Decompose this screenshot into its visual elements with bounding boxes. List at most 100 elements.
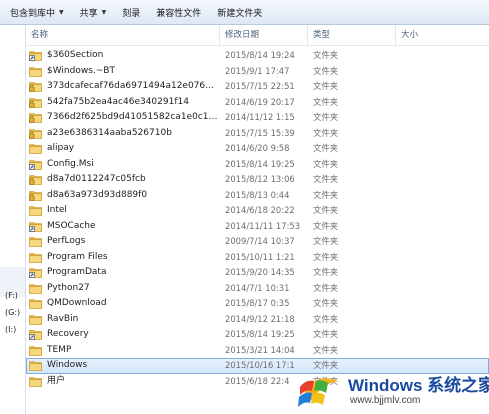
file-name-cell[interactable]: MSOCache <box>29 219 219 235</box>
file-name-cell[interactable]: a23e6386314aaba526710b <box>29 126 219 142</box>
file-date: 2015/10/11 1:21 <box>225 251 295 262</box>
command-bar: 包含到库中 ▼ 共享 ▼ 刻录 兼容性文件 新建文件夹 <box>0 0 489 25</box>
watermark-title: Windows 系统之家 <box>348 376 489 395</box>
file-type: 文件夹 <box>313 81 339 91</box>
file-name-cell[interactable]: Python27 <box>29 281 219 297</box>
folder-icon <box>29 66 42 77</box>
locked-folder-icon <box>29 174 42 186</box>
file-name-cell[interactable]: 7366d2f625bd9d41051582ca1e0c1e0... <box>29 110 219 126</box>
file-row[interactable]: Program Files 2015/10/11 1:21 文件夹 <box>26 250 489 266</box>
file-name-cell[interactable]: Recovery <box>29 327 219 343</box>
file-row[interactable]: alipay 2014/6/20 9:58 文件夹 <box>26 141 489 157</box>
column-type[interactable]: 类型 <box>308 25 396 45</box>
file-type: 文件夹 <box>313 174 339 184</box>
file-row[interactable]: TEMP 2015/3/21 14:04 文件夹 <box>26 343 489 359</box>
file-row[interactable]: 7366d2f625bd9d41051582ca1e0c1e0... 2014/1… <box>26 110 489 126</box>
file-row[interactable]: Python27 2014/7/1 10:31 文件夹 <box>26 281 489 297</box>
file-name: 373dcafecaf76da6971494a12e076710 <box>47 81 219 91</box>
file-date: 2015/9/20 14:35 <box>225 267 295 277</box>
file-name-cell[interactable]: d8a7d0112247c05fcb <box>29 172 219 188</box>
file-name: Windows <box>47 360 88 370</box>
file-name: d8a63a973d93d889f0 <box>47 189 148 200</box>
column-name[interactable]: 名称 <box>26 25 220 45</box>
folder-icon <box>29 298 42 310</box>
file-type: 文件夹 <box>313 96 339 107</box>
file-name-cell[interactable]: alipay <box>29 141 219 157</box>
file-row[interactable]: MSOCache 2014/11/11 17:53 文件夹 <box>26 219 489 235</box>
file-name-cell[interactable]: Program Files <box>29 250 219 266</box>
file-name: RavBin <box>47 313 79 324</box>
compatibility-files-button[interactable]: 兼容性文件 <box>148 2 209 22</box>
file-row[interactable]: $Windows.~BT 2015/9/1 17:47 文件夹 <box>26 64 489 80</box>
file-name-cell[interactable]: ProgramData <box>29 265 219 281</box>
file-type: 文件夹 <box>313 267 339 277</box>
file-date: 2014/7/1 10:31 <box>225 282 290 293</box>
file-row[interactable]: ProgramData 2015/9/20 14:35 文件夹 <box>26 265 489 281</box>
locked-folder-icon <box>29 97 42 108</box>
file-name-cell[interactable]: 542fa75b2ea4ac46e340291f14 <box>29 95 219 111</box>
file-type: 文件夹 <box>313 127 339 138</box>
include-in-library-label: 包含到库中 <box>10 8 56 19</box>
file-name-cell[interactable]: 373dcafecaf76da6971494a12e076710 <box>29 79 219 95</box>
file-row[interactable]: d8a63a973d93d889f0 2015/8/13 0:44 文件夹 <box>26 188 489 204</box>
burn-button[interactable]: 刻录 <box>114 2 148 22</box>
file-row[interactable]: RavBin 2014/9/12 21:18 文件夹 <box>26 312 489 328</box>
file-name: PerfLogs <box>47 236 86 246</box>
file-date: 2015/8/13 0:44 <box>225 189 290 200</box>
file-row[interactable]: QMDownload 2015/8/17 0:35 文件夹 <box>26 296 489 312</box>
file-row[interactable]: Recovery 2015/8/14 19:25 文件夹 <box>26 327 489 343</box>
drive-g[interactable]: (G:) <box>5 308 20 317</box>
file-type: 文件夹 <box>313 344 339 355</box>
folder-icon <box>29 283 42 294</box>
file-row[interactable]: PerfLogs 2009/7/14 10:37 文件夹 <box>26 234 489 250</box>
file-name-cell[interactable]: QMDownload <box>29 296 219 312</box>
shortcut-folder-icon <box>29 221 42 232</box>
file-type: 文件夹 <box>313 50 339 60</box>
folder-icon <box>29 236 42 248</box>
file-date: 2015/8/14 19:24 <box>225 50 295 60</box>
drive-f[interactable]: (F:) <box>5 291 18 300</box>
file-date: 2015/8/14 19:25 <box>225 329 295 339</box>
column-header: 名称 修改日期 类型 大小 <box>26 25 489 46</box>
file-row[interactable]: 542fa75b2ea4ac46e340291f14 2014/6/19 20:1… <box>26 95 489 111</box>
file-name: $360Section <box>47 50 104 60</box>
file-date: 2015/3/21 14:04 <box>225 344 295 355</box>
file-name-cell[interactable]: TEMP <box>29 343 219 359</box>
include-in-library-button[interactable]: 包含到库中 ▼ <box>0 2 72 22</box>
file-row[interactable]: d8a7d0112247c05fcb 2015/8/12 13:06 文件夹 <box>26 172 489 188</box>
file-name-cell[interactable]: Config.Msi <box>29 157 219 173</box>
locked-folder-icon <box>29 128 42 139</box>
file-name-cell[interactable]: $360Section <box>29 48 219 64</box>
file-row[interactable]: Intel 2014/6/18 20:22 文件夹 <box>26 203 489 219</box>
file-name-cell[interactable]: Intel <box>29 203 219 219</box>
new-folder-button[interactable]: 新建文件夹 <box>209 2 270 22</box>
column-date[interactable]: 修改日期 <box>220 25 308 45</box>
share-button[interactable]: 共享 ▼ <box>72 2 115 22</box>
drive-i[interactable]: (I:) <box>5 325 16 334</box>
file-name-cell[interactable]: d8a63a973d93d889f0 <box>29 188 219 204</box>
file-name: alipay <box>47 143 75 153</box>
file-name-cell[interactable]: Windows <box>29 358 219 374</box>
file-type: 文件夹 <box>313 251 339 262</box>
column-size[interactable]: 大小 <box>396 25 489 45</box>
file-type: 文件夹 <box>313 313 339 324</box>
file-name-cell[interactable]: 用户 <box>29 374 219 390</box>
file-date: 2015/8/17 0:35 <box>225 298 290 308</box>
file-row[interactable]: 373dcafecaf76da6971494a12e076710 2015/7/1… <box>26 79 489 95</box>
burn-label: 刻录 <box>122 8 141 19</box>
file-name: Intel <box>47 205 67 215</box>
file-name-cell[interactable]: $Windows.~BT <box>29 64 219 80</box>
file-row[interactable]: Config.Msi 2015/8/14 19:25 文件夹 <box>26 157 489 173</box>
file-date: 2014/11/12 1:15 <box>225 112 295 122</box>
folder-icon <box>29 345 42 356</box>
shortcut-folder-icon <box>29 329 42 341</box>
file-name-cell[interactable]: RavBin <box>29 312 219 328</box>
file-row[interactable]: a23e6386314aaba526710b 2015/7/15 15:39 文件夹 <box>26 126 489 142</box>
file-type: 文件夹 <box>313 298 339 308</box>
file-name-cell[interactable]: PerfLogs <box>29 234 219 250</box>
file-row[interactable]: $360Section 2015/8/14 19:24 文件夹 <box>26 48 489 64</box>
file-date: 2015/8/12 13:06 <box>225 174 295 184</box>
watermark: Windows 系统之家 www.bjjmlv.com <box>296 361 489 411</box>
file-name: ProgramData <box>47 267 107 277</box>
folder-icon <box>29 205 42 217</box>
